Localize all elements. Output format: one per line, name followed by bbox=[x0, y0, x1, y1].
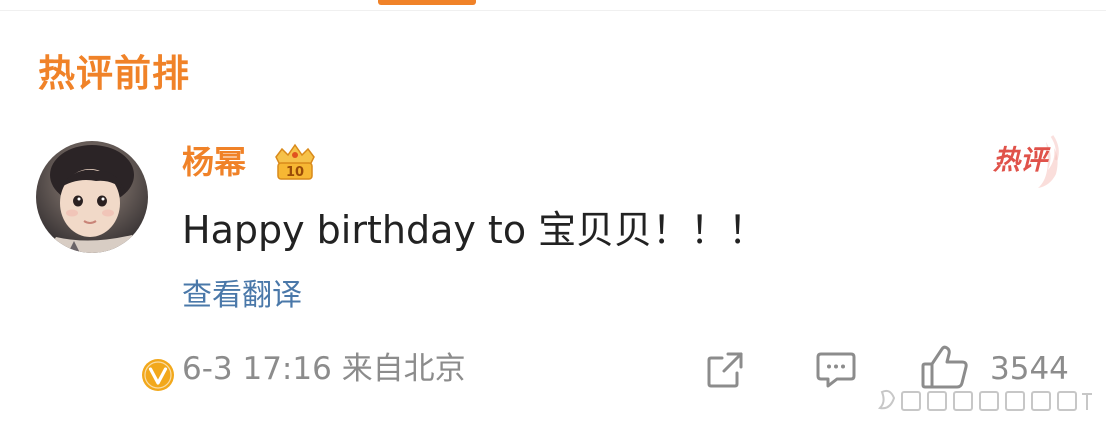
comment-screen: 热评前排 杨幂 10 热评 Happy birthday to 宝贝贝！！！ 查… bbox=[0, 0, 1106, 425]
tab-indicator bbox=[378, 0, 476, 5]
hot-comment-label: 热评 bbox=[993, 145, 1047, 176]
share-icon[interactable] bbox=[704, 349, 746, 391]
thumbs-up-icon[interactable] bbox=[920, 344, 970, 390]
comment-icon[interactable] bbox=[815, 350, 857, 390]
comment-meta: 6-3 17:16 来自北京 bbox=[182, 347, 466, 391]
like-count: 3544 bbox=[990, 351, 1069, 387]
hot-comment-badge: 热评 bbox=[990, 130, 1062, 192]
location: 来自北京 bbox=[341, 351, 466, 387]
username[interactable]: 杨幂 bbox=[182, 141, 246, 183]
translate-link[interactable]: 查看翻译 bbox=[182, 275, 302, 317]
watermark bbox=[876, 386, 1098, 416]
vip-crown-icon[interactable]: 10 bbox=[270, 143, 320, 183]
verified-badge-icon bbox=[137, 354, 179, 396]
svg-text:10: 10 bbox=[286, 165, 304, 180]
timestamp: 6-3 17:16 bbox=[182, 351, 332, 387]
avatar-image bbox=[36, 141, 148, 253]
top-divider bbox=[0, 10, 1106, 11]
section-title: 热评前排 bbox=[38, 52, 190, 95]
avatar[interactable] bbox=[36, 141, 179, 396]
comment-text: Happy birthday to 宝贝贝！！！ bbox=[182, 208, 767, 252]
